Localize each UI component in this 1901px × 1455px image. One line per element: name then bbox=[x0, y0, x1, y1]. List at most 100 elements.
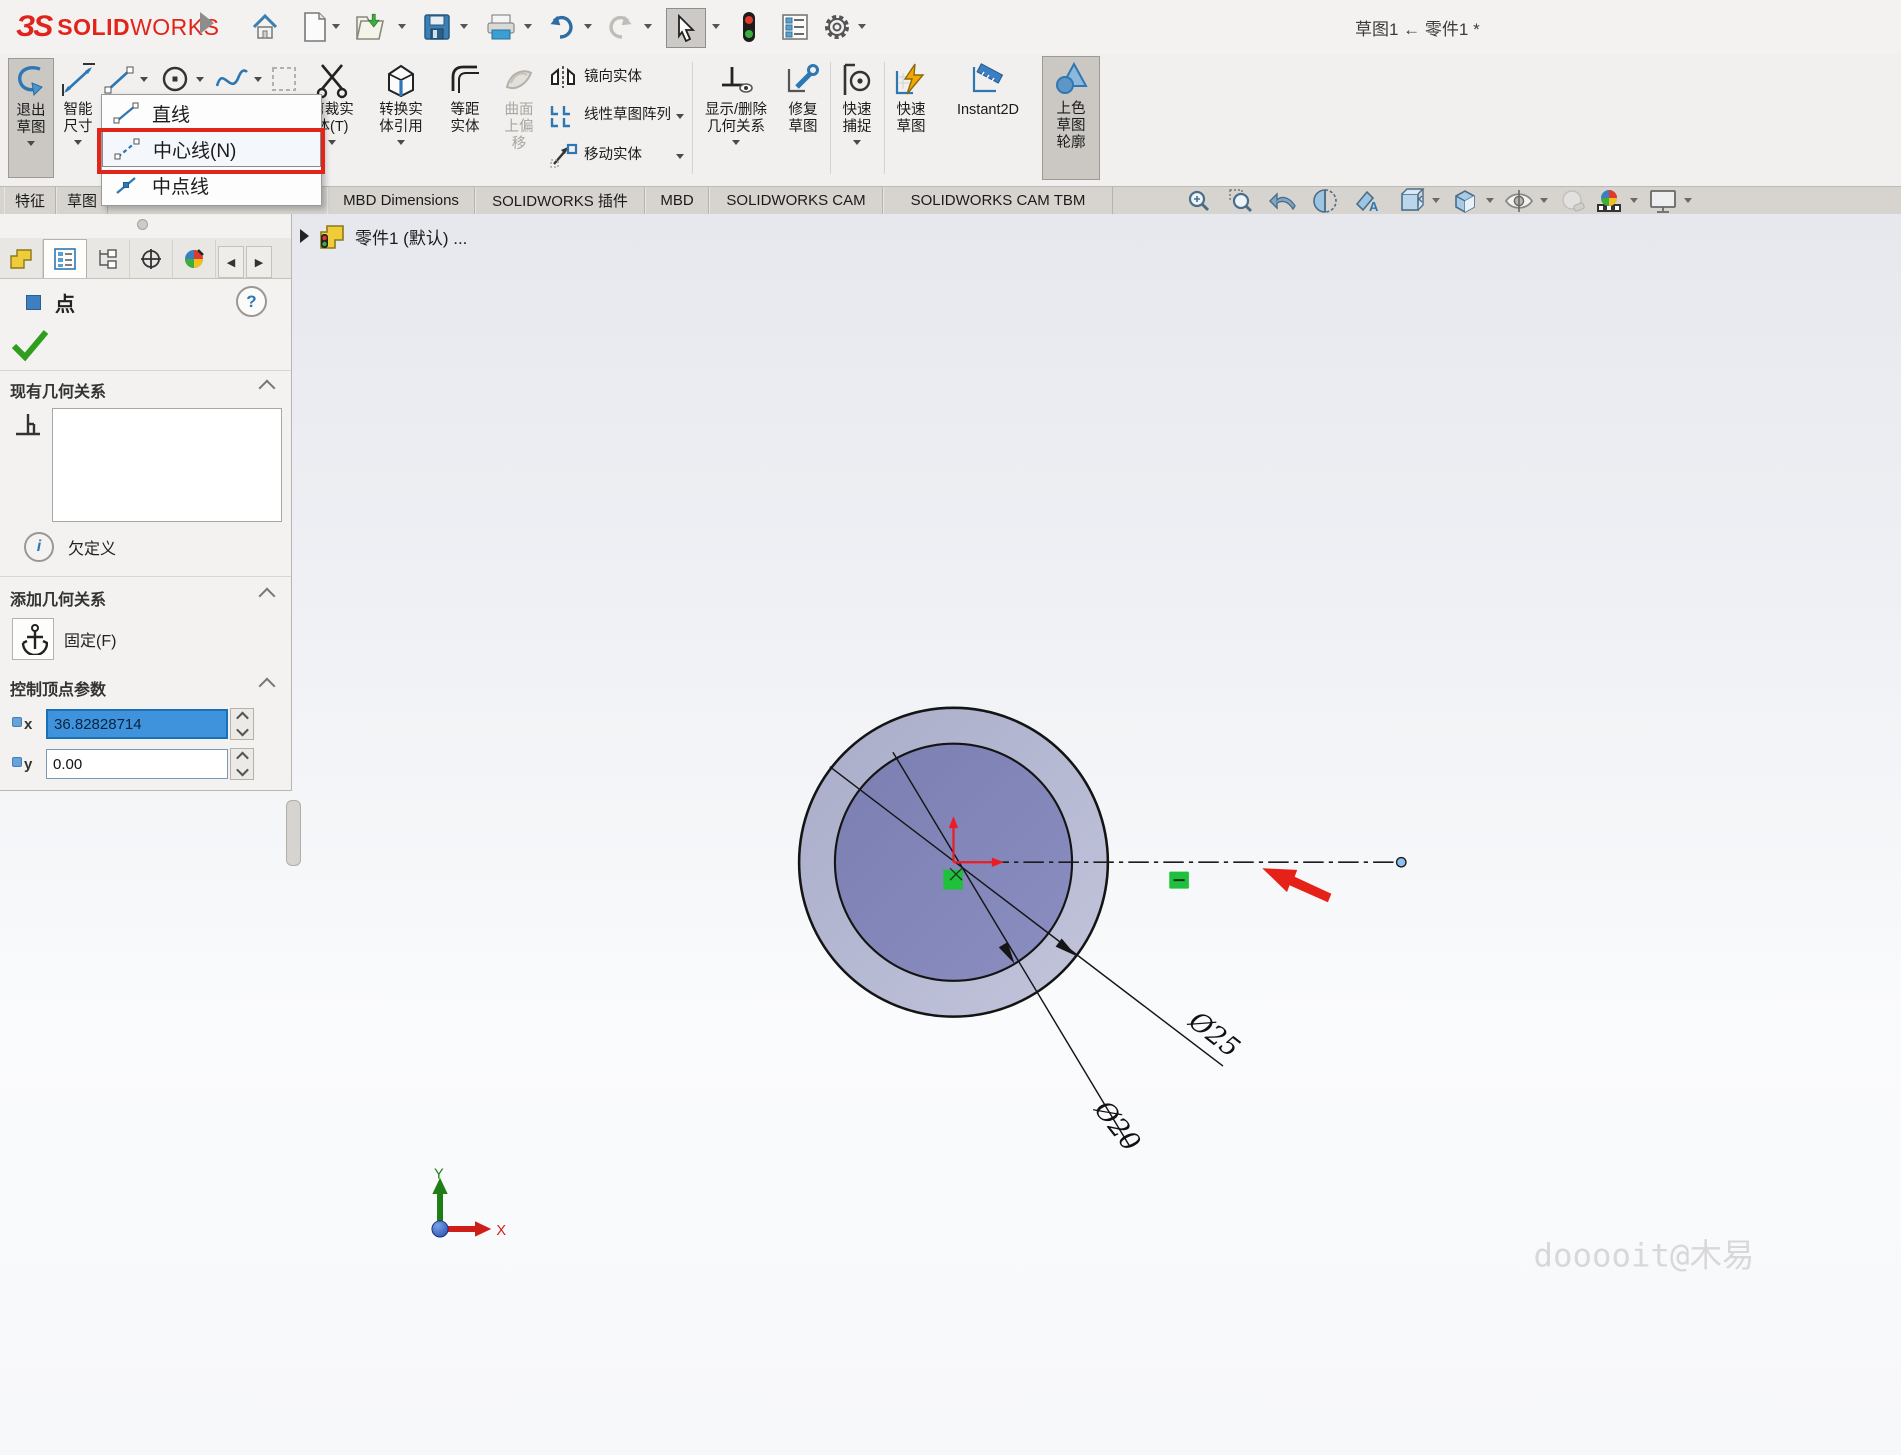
x-spinner[interactable] bbox=[230, 708, 254, 740]
tab-solidworks-cam[interactable]: SOLIDWORKS CAM bbox=[709, 187, 883, 214]
redo-dropdown[interactable] bbox=[644, 24, 652, 29]
view-annotations-button[interactable]: A bbox=[1350, 188, 1384, 214]
spline-tool-button[interactable] bbox=[214, 62, 262, 96]
mirror-entities-button[interactable]: 镜向实体 bbox=[548, 60, 642, 94]
print-button[interactable] bbox=[482, 8, 520, 46]
spline-tool-dropdown[interactable] bbox=[254, 77, 262, 82]
select-tool-button[interactable] bbox=[666, 8, 706, 48]
save-button[interactable] bbox=[418, 8, 456, 46]
tab-mbd[interactable]: MBD bbox=[645, 187, 709, 214]
existing-relations-header[interactable]: 现有几何关系 bbox=[10, 378, 106, 402]
tab-features[interactable]: 特征 bbox=[4, 187, 56, 214]
home-button[interactable] bbox=[246, 8, 284, 46]
panel-splitter-dot[interactable] bbox=[137, 219, 148, 230]
undo-button[interactable] bbox=[542, 8, 580, 46]
new-document-dropdown[interactable] bbox=[332, 24, 340, 29]
y-spinner[interactable] bbox=[230, 748, 254, 780]
tab-configurationmanager[interactable] bbox=[87, 240, 130, 278]
add-relations-header[interactable]: 添加几何关系 bbox=[10, 586, 106, 610]
settings-button[interactable] bbox=[818, 8, 856, 46]
ok-check-button[interactable] bbox=[10, 326, 50, 362]
apply-scene-dropdown[interactable] bbox=[1630, 198, 1638, 203]
new-document-button[interactable] bbox=[296, 8, 334, 46]
tab-propertymanager[interactable] bbox=[43, 239, 87, 278]
view-settings-dropdown[interactable] bbox=[1684, 198, 1692, 203]
move-entities-dropdown[interactable] bbox=[676, 154, 684, 159]
repair-sketch-button[interactable]: 修复 草图 bbox=[780, 58, 826, 176]
hide-show-items-button[interactable] bbox=[1502, 188, 1536, 214]
zoom-to-fit-button[interactable] bbox=[1182, 188, 1216, 214]
display-relations-button[interactable]: 显示/删除 几何关系 bbox=[696, 58, 776, 176]
control-vertex-params-header[interactable]: 控制顶点参数 bbox=[10, 676, 106, 700]
offset-entities-button[interactable]: 等距 实体 bbox=[438, 58, 492, 176]
exit-sketch-dropdown[interactable] bbox=[27, 141, 35, 146]
help-button[interactable]: ? bbox=[236, 286, 267, 317]
open-dropdown[interactable] bbox=[398, 24, 406, 29]
trim-entities-dropdown[interactable] bbox=[328, 140, 336, 145]
select-tool-dropdown[interactable] bbox=[712, 24, 720, 29]
display-relations-dropdown[interactable] bbox=[732, 140, 740, 145]
menu-item-line[interactable]: 直线 bbox=[102, 95, 321, 131]
save-dropdown[interactable] bbox=[460, 24, 468, 29]
quick-snaps-dropdown[interactable] bbox=[853, 140, 861, 145]
panel-tab-scroll-left[interactable]: ◀ bbox=[218, 246, 244, 278]
x-coordinate-input[interactable] bbox=[46, 709, 228, 739]
instant2d-button[interactable]: Instant2D bbox=[938, 58, 1038, 176]
circle-tool-dropdown[interactable] bbox=[196, 77, 204, 82]
y-spinner-down-icon[interactable] bbox=[236, 764, 249, 777]
y-coordinate-input[interactable] bbox=[46, 749, 228, 779]
linear-pattern-dropdown[interactable] bbox=[676, 114, 684, 119]
dim-text-d25[interactable]: Ø25 bbox=[1182, 1005, 1245, 1064]
add-relations-collapse-icon[interactable] bbox=[259, 588, 276, 605]
centerline-endpoint[interactable] bbox=[1397, 858, 1406, 867]
x-spinner-down-icon[interactable] bbox=[236, 724, 249, 737]
move-entities-button[interactable]: 移动实体 bbox=[548, 138, 642, 172]
undo-dropdown[interactable] bbox=[584, 24, 592, 29]
tab-featuremanager[interactable] bbox=[0, 240, 43, 278]
quick-snaps-button[interactable]: 快速 捕捉 bbox=[834, 58, 880, 176]
relations-listbox[interactable] bbox=[52, 408, 282, 522]
rapid-sketch-button[interactable]: 快速 草图 bbox=[888, 58, 934, 176]
view-orientation-button[interactable] bbox=[1394, 188, 1428, 214]
apply-scene-button[interactable] bbox=[1592, 188, 1626, 214]
open-button[interactable] bbox=[352, 8, 390, 46]
tab-dimxpertmanager[interactable] bbox=[130, 240, 173, 278]
zoom-to-area-button[interactable] bbox=[1224, 188, 1258, 214]
tab-solidworks-cam-tbm[interactable]: SOLIDWORKS CAM TBM bbox=[883, 187, 1113, 214]
line-tool-button[interactable] bbox=[102, 62, 148, 96]
display-style-dropdown[interactable] bbox=[1486, 198, 1494, 203]
existing-relations-collapse-icon[interactable] bbox=[259, 380, 276, 397]
display-style-button[interactable] bbox=[1448, 188, 1482, 214]
smart-dimension-button[interactable]: 智能 尺寸 bbox=[56, 58, 100, 176]
view-settings-button[interactable] bbox=[1646, 188, 1680, 214]
panel-tab-scroll-right[interactable]: ▶ bbox=[246, 246, 272, 278]
redo-button[interactable] bbox=[602, 8, 640, 46]
exit-sketch-button[interactable]: 退出 草图 bbox=[8, 58, 54, 178]
smart-dimension-dropdown[interactable] bbox=[74, 140, 82, 145]
linear-pattern-button[interactable]: 线性草图阵列 bbox=[548, 98, 671, 132]
settings-dropdown[interactable] bbox=[858, 24, 866, 29]
panel-divider bbox=[0, 576, 291, 577]
hide-show-items-dropdown[interactable] bbox=[1540, 198, 1548, 203]
panel-collapse-handle[interactable] bbox=[286, 800, 301, 866]
section-view-button[interactable] bbox=[1308, 188, 1342, 214]
convert-entities-dropdown[interactable] bbox=[397, 140, 405, 145]
previous-view-button[interactable] bbox=[1266, 188, 1300, 214]
convert-entities-button[interactable]: 转换实 体引用 bbox=[368, 58, 434, 176]
menu-expander-arrow-icon[interactable] bbox=[200, 12, 214, 34]
tab-mbd-dimensions[interactable]: MBD Dimensions bbox=[327, 187, 475, 214]
edit-appearance-button[interactable] bbox=[1556, 188, 1590, 214]
view-orientation-dropdown[interactable] bbox=[1432, 198, 1440, 203]
options-list-button[interactable] bbox=[776, 8, 814, 46]
circle-tool-button[interactable] bbox=[158, 62, 204, 96]
rebuild-button[interactable] bbox=[730, 8, 768, 46]
line-tool-dropdown[interactable] bbox=[140, 77, 148, 82]
fix-relation-button[interactable] bbox=[12, 618, 54, 660]
tab-solidworks-addins[interactable]: SOLIDWORKS 插件 bbox=[475, 187, 645, 214]
tab-displaymanager[interactable] bbox=[173, 240, 216, 278]
coincident-relation-badge[interactable] bbox=[943, 870, 963, 890]
dim-text-d20[interactable]: Ø20 bbox=[1087, 1094, 1146, 1157]
control-vertex-params-collapse-icon[interactable] bbox=[259, 678, 276, 695]
shaded-sketch-contours-button[interactable]: 上色 草图 轮廓 bbox=[1042, 56, 1100, 180]
print-dropdown[interactable] bbox=[524, 24, 532, 29]
